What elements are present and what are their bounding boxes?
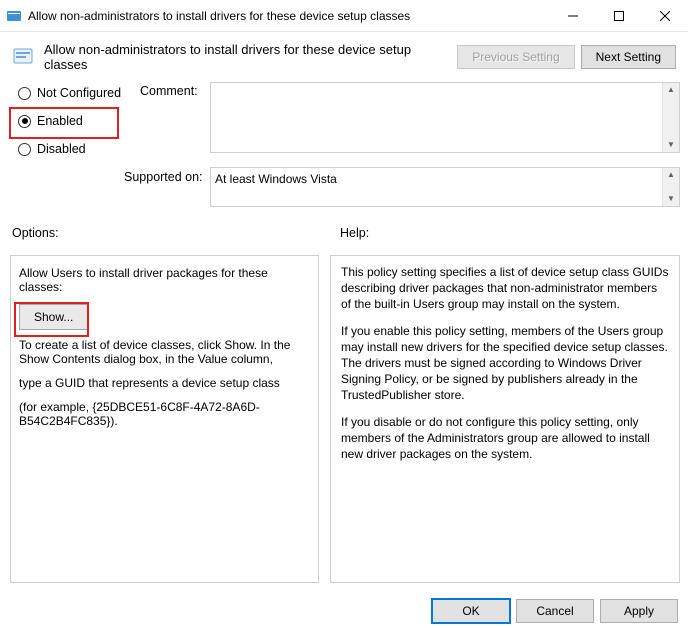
policy-title: Allow non-administrators to install driv… <box>44 42 447 72</box>
options-text-1: To create a list of device classes, clic… <box>19 338 310 366</box>
radio-icon <box>18 115 31 128</box>
ok-button[interactable]: OK <box>432 599 510 623</box>
state-radio-group: Not Configured Enabled Disabled <box>14 79 129 163</box>
radio-not-configured[interactable]: Not Configured <box>14 79 129 107</box>
radio-label: Disabled <box>37 142 86 156</box>
next-setting-button[interactable]: Next Setting <box>581 45 676 69</box>
scroll-down-icon: ▼ <box>667 141 675 149</box>
cancel-button[interactable]: Cancel <box>516 599 594 623</box>
options-panel: Allow Users to install driver packages f… <box>10 255 319 583</box>
supported-on-label: Supported on: <box>124 170 203 184</box>
previous-setting-button: Previous Setting <box>457 45 574 69</box>
options-text-2: type a GUID that represents a device set… <box>19 376 310 390</box>
radio-enabled[interactable]: Enabled <box>14 107 129 135</box>
window-title: Allow non-administrators to install driv… <box>28 9 550 23</box>
help-panel: This policy setting specifies a list of … <box>330 255 680 583</box>
maximize-button[interactable] <box>596 0 642 31</box>
minimize-button[interactable] <box>550 0 596 31</box>
radio-icon <box>18 143 31 156</box>
radio-icon <box>18 87 31 100</box>
options-intro: Allow Users to install driver packages f… <box>19 266 310 294</box>
window-icon <box>6 8 22 24</box>
dialog-footer: OK Cancel Apply <box>0 594 688 628</box>
help-paragraph: This policy setting specifies a list of … <box>341 264 669 313</box>
radio-label: Not Configured <box>37 86 121 100</box>
comment-label: Comment: <box>140 84 198 98</box>
scroll-down-icon: ▼ <box>667 195 675 203</box>
comment-textarea[interactable]: ▲ ▼ <box>210 82 680 153</box>
show-button[interactable]: Show... <box>19 304 88 330</box>
radio-label: Enabled <box>37 114 83 128</box>
close-button[interactable] <box>642 0 688 31</box>
help-paragraph: If you disable or do not configure this … <box>341 414 669 463</box>
header: Allow non-administrators to install driv… <box>0 32 688 80</box>
scrollbar[interactable]: ▲ ▼ <box>662 83 679 152</box>
supported-on-field: At least Windows Vista ▲ ▼ <box>210 167 680 207</box>
help-paragraph: If you enable this policy setting, membe… <box>341 323 669 404</box>
supported-on-value: At least Windows Vista <box>211 168 662 206</box>
titlebar: Allow non-administrators to install driv… <box>0 0 688 32</box>
radio-disabled[interactable]: Disabled <box>14 135 129 163</box>
scroll-up-icon: ▲ <box>667 171 675 179</box>
help-label: Help: <box>340 226 369 240</box>
options-text-3: (for example, {25DBCE51-6C8F-4A72-8A6D-B… <box>19 400 310 428</box>
policy-icon <box>12 46 34 68</box>
apply-button[interactable]: Apply <box>600 599 678 623</box>
options-label: Options: <box>12 226 59 240</box>
scroll-up-icon: ▲ <box>667 86 675 94</box>
scrollbar[interactable]: ▲ ▼ <box>662 168 679 206</box>
